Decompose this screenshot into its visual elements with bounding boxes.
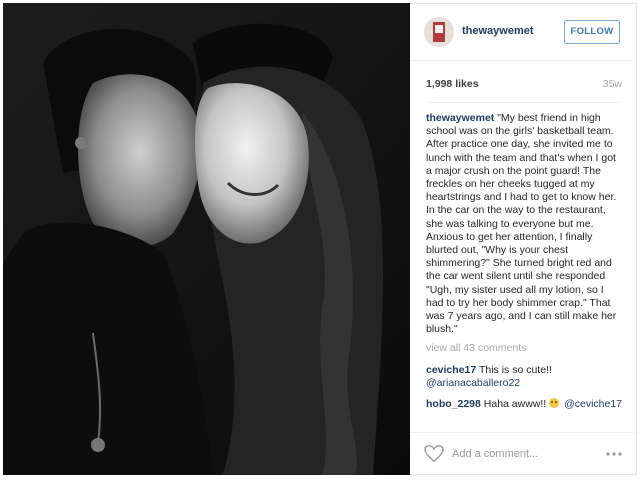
heart-icon[interactable] bbox=[424, 445, 444, 463]
comment-item: ceviche17 This is so cute!! @arianacabal… bbox=[426, 364, 624, 390]
comment-text: This is so cute!! bbox=[478, 363, 552, 376]
comment-mention[interactable]: @arianacaballero22 bbox=[426, 377, 520, 389]
view-all-comments-link[interactable]: view all 43 comments bbox=[426, 342, 624, 355]
avatar[interactable] bbox=[424, 17, 454, 47]
comment-mention[interactable]: @ceviche17 bbox=[564, 398, 622, 410]
post-photo bbox=[3, 3, 410, 475]
smile-emoji-icon bbox=[549, 398, 560, 409]
caption-username[interactable]: thewaywemet bbox=[426, 112, 494, 124]
post-details-panel: thewaywemet FOLLOW 1,998 likes 35w thewa… bbox=[410, 3, 637, 475]
more-options-icon[interactable] bbox=[606, 449, 622, 459]
likes-count[interactable]: 1,998 likes bbox=[426, 78, 479, 90]
comment-item: hobo_2298 Haha awww!! @ceviche17 bbox=[426, 398, 624, 411]
comment-username[interactable]: ceviche17 bbox=[426, 364, 476, 376]
caption: thewaywemet "My best friend in high scho… bbox=[426, 112, 624, 336]
comments-list: thewaywemet "My best friend in high scho… bbox=[426, 112, 624, 426]
follow-button[interactable]: FOLLOW bbox=[564, 20, 620, 44]
post-footer: Add a comment... bbox=[410, 432, 637, 477]
post-username[interactable]: thewaywemet bbox=[462, 25, 534, 37]
post-header: thewaywemet FOLLOW bbox=[410, 4, 637, 61]
comment-text: Haha awww!! bbox=[483, 398, 547, 411]
post-meta: 1,998 likes 35w bbox=[426, 78, 622, 94]
post-age[interactable]: 35w bbox=[603, 78, 622, 90]
add-comment-input[interactable]: Add a comment... bbox=[452, 448, 538, 460]
divider bbox=[426, 102, 622, 103]
caption-text: "My best friend in high school was on th… bbox=[426, 112, 617, 336]
comment-username[interactable]: hobo_2298 bbox=[426, 398, 481, 410]
